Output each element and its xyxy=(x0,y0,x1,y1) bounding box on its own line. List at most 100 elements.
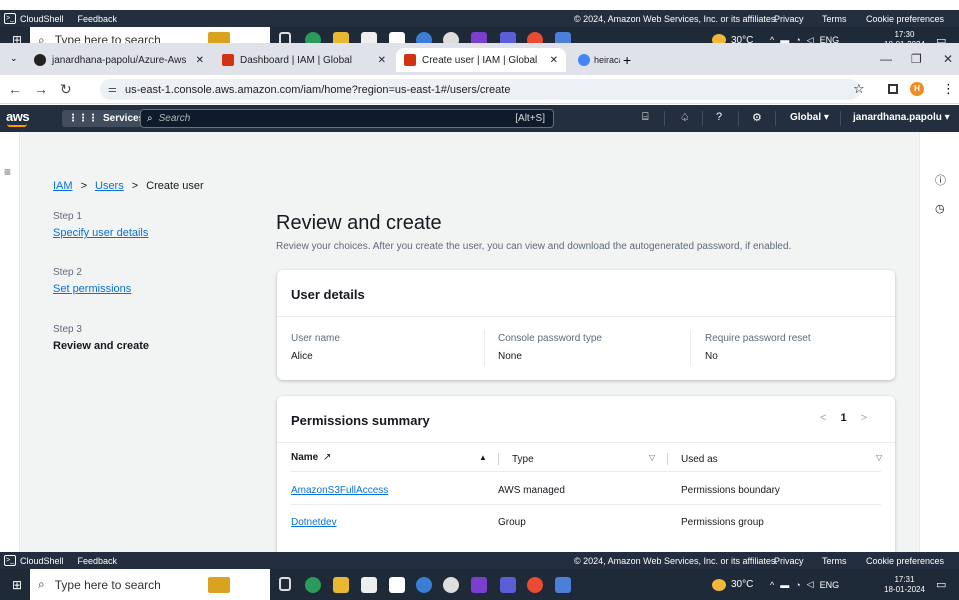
side-panel-icon[interactable] xyxy=(888,84,898,94)
column-header-name[interactable]: Name xyxy=(291,452,318,463)
sort-ascending-icon[interactable]: ▲ xyxy=(479,453,487,462)
permissions-summary-card: Permissions summary < 1 > Name ↗ ▲ Type … xyxy=(277,396,895,552)
restore-icon[interactable]: ❐ xyxy=(911,52,922,66)
back-icon[interactable]: ← xyxy=(8,81,22,97)
feedback-link[interactable]: Feedback xyxy=(78,14,118,24)
step-2-link[interactable]: Set permissions xyxy=(53,283,131,295)
aws-console-header: aws ⋮⋮⋮ Services ⌕ Search [Alt+S] ⌸ ♤ ? … xyxy=(0,105,959,132)
aws-logo[interactable]: aws xyxy=(6,109,30,127)
header-divider xyxy=(664,111,665,126)
close-tab-icon[interactable]: ✕ xyxy=(378,55,386,66)
edge-icon[interactable] xyxy=(305,577,321,593)
site-info-icon[interactable]: ⚌ xyxy=(108,84,117,95)
chevron-up-icon[interactable]: ^ xyxy=(770,580,774,590)
settings-icon[interactable] xyxy=(443,577,459,593)
group-link[interactable]: Dotnetdev xyxy=(291,517,337,528)
clock[interactable]: 17:31 18-01-2024 xyxy=(884,575,925,595)
column-header-type[interactable]: Type xyxy=(512,454,534,465)
header-divider xyxy=(702,111,703,126)
card-divider xyxy=(277,442,895,443)
notifications-bell-icon[interactable]: ♤ xyxy=(680,111,690,124)
notification-icon[interactable]: ▭ xyxy=(936,578,946,591)
chrome-icon[interactable] xyxy=(527,577,543,593)
breadcrumb: IAM > Users > Create user xyxy=(53,180,204,192)
bookmark-star-icon[interactable]: ☆ xyxy=(853,81,865,97)
cloudshell-button[interactable]: >_ CloudShell xyxy=(4,13,64,24)
step-1-link[interactable]: Specify user details xyxy=(53,227,148,239)
store-bag-icon[interactable] xyxy=(208,577,230,593)
cloudshell-button[interactable]: >_ CloudShell xyxy=(4,555,64,566)
sort-icon[interactable]: ▽ xyxy=(649,453,655,462)
region-selector[interactable]: Global ▾ xyxy=(790,112,829,123)
privacy-link[interactable]: Privacy xyxy=(774,14,804,24)
minimize-icon[interactable]: — xyxy=(880,52,892,66)
feedback-link[interactable]: Feedback xyxy=(78,556,118,566)
more-options-icon[interactable]: ⋮ xyxy=(942,81,955,97)
services-menu-button[interactable]: ⋮⋮⋮ Services xyxy=(62,110,151,127)
column-header-used-as[interactable]: Used as xyxy=(681,454,718,465)
weather-widget[interactable]: 30°C xyxy=(712,578,753,591)
terms-link[interactable]: Terms xyxy=(822,14,847,24)
card-divider xyxy=(277,316,895,317)
type-cell: AWS managed xyxy=(498,485,565,496)
file-explorer-icon[interactable] xyxy=(333,577,349,593)
forward-icon[interactable]: → xyxy=(34,81,48,97)
copilot-icon[interactable] xyxy=(416,577,432,593)
right-utility-rail: ⓘ ◷ xyxy=(919,132,959,552)
profile-avatar[interactable]: H xyxy=(910,82,924,96)
console-search-input[interactable]: ⌕ Search [Alt+S] xyxy=(140,109,554,128)
sort-icon[interactable]: ▽ xyxy=(876,453,882,462)
close-tab-icon[interactable]: ✕ xyxy=(196,55,204,66)
field-label: Console password type xyxy=(498,333,602,344)
tab-dashboard[interactable]: Dashboard | IAM | Global ✕ xyxy=(214,48,394,72)
calculator-icon[interactable] xyxy=(361,577,377,593)
address-bar-input[interactable]: ⚌ us-east-1.console.aws.amazon.com/iam/h… xyxy=(100,79,860,100)
close-window-icon[interactable]: ✕ xyxy=(943,52,953,66)
field-label: Require password reset xyxy=(705,333,811,344)
windows-taskbar-bottom: ⊞ ⌕ Type here to search 30°C ^ ▬ ◔ ◁ ENG… xyxy=(0,569,959,600)
cookie-preferences-link[interactable]: Cookie preferences xyxy=(866,14,944,24)
page-number[interactable]: 1 xyxy=(840,412,846,424)
breadcrumb-iam[interactable]: IAM xyxy=(53,180,73,192)
info-icon[interactable]: ⓘ xyxy=(935,172,946,188)
mail-icon[interactable] xyxy=(389,577,405,593)
column-divider xyxy=(690,330,691,366)
taskbar-search-input[interactable]: ⌕ Type here to search xyxy=(30,569,270,600)
tab-search-icon[interactable]: ⌄ xyxy=(10,53,18,64)
cloudshell-icon[interactable]: ⌸ xyxy=(642,111,649,124)
reload-icon[interactable]: ↻ xyxy=(60,81,72,98)
aws-favicon-icon xyxy=(222,54,234,66)
hamburger-menu-icon[interactable]: ≡ xyxy=(4,165,11,179)
new-tab-icon[interactable]: + xyxy=(623,52,631,68)
aws-favicon-icon xyxy=(404,54,416,66)
tab-github[interactable]: janardhana-papolu/Azure-Aws ✕ xyxy=(26,48,212,72)
chevron-right-icon: > xyxy=(131,180,139,192)
history-icon[interactable]: ◷ xyxy=(935,202,945,215)
breadcrumb-users[interactable]: Users xyxy=(95,180,124,192)
system-tray[interactable]: ^ ▬ ◔ ◁ ENG xyxy=(770,579,839,590)
github-icon xyxy=(34,54,46,66)
policy-link[interactable]: AmazonS3FullAccess xyxy=(291,485,388,496)
privacy-link[interactable]: Privacy xyxy=(774,556,804,566)
chevron-left-icon[interactable]: < xyxy=(820,412,826,424)
help-icon[interactable]: ? xyxy=(716,111,722,123)
breadcrumb-current: Create user xyxy=(146,180,204,192)
onenote-icon[interactable] xyxy=(471,577,487,593)
terms-link[interactable]: Terms xyxy=(822,556,847,566)
chevron-right-icon[interactable]: > xyxy=(861,412,867,424)
left-navigation-rail: ≡ xyxy=(0,132,20,552)
used-as-cell: Permissions boundary xyxy=(681,485,780,496)
close-tab-icon[interactable]: ✕ xyxy=(550,55,558,66)
cookie-preferences-link[interactable]: Cookie preferences xyxy=(866,556,944,566)
windows-start-icon[interactable]: ⊞ xyxy=(6,578,28,592)
header-divider xyxy=(775,111,776,126)
account-menu[interactable]: janardhana.papolu ▾ xyxy=(853,112,950,123)
teams-icon[interactable] xyxy=(500,577,516,593)
user-details-title: User details xyxy=(291,287,365,302)
tab-create-user[interactable]: Create user | IAM | Global ✕ xyxy=(396,48,566,72)
settings-gear-icon[interactable]: ⚙ xyxy=(752,111,762,124)
app-icon[interactable] xyxy=(555,577,571,593)
header-divider xyxy=(738,111,739,126)
column-divider xyxy=(484,330,485,366)
task-view-icon[interactable] xyxy=(279,577,291,591)
